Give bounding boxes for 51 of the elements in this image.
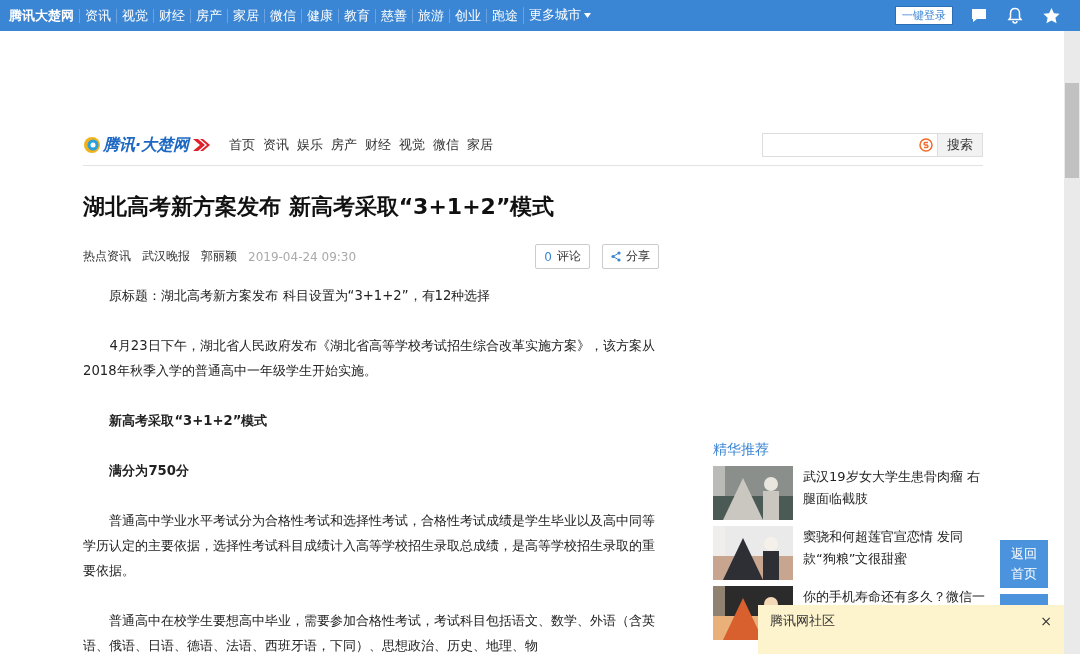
caret-icon (584, 13, 591, 18)
top-nav-link[interactable]: 资讯 (79, 8, 116, 23)
site-logo[interactable]: 腾讯·大楚网 (103, 134, 190, 156)
article-meta: 郭丽颖 (201, 248, 237, 265)
comment-button[interactable]: 0 评论 (535, 244, 590, 269)
paragraph: 普通高中在校学生要想高中毕业，需要参加合格性考试，考试科目包括语文、数学、外语（含英语、俄语、日语、德语、法语、西班牙语，下同）、思想政治、历史、地理、物 (83, 612, 657, 654)
section-heading: 满分为750分 (108, 462, 190, 480)
site-nav-link[interactable]: 微信 (433, 136, 460, 154)
recommended-link[interactable]: 窦骁和何超莲官宣恋情 发同款“狗粮”文很甜蜜 (803, 526, 988, 580)
article-meta: 武汉晚报 (142, 248, 190, 265)
article-title: 湖北高考新方案发布 新高考采取“3+1+2”模式 (83, 193, 556, 221)
brand-link[interactable]: 腾讯大楚网 (4, 8, 79, 23)
top-nav-link[interactable]: 创业 (449, 8, 486, 23)
top-nav-link[interactable]: 视觉 (116, 8, 153, 23)
top-nav-link[interactable]: 教育 (338, 8, 375, 23)
recommended-link[interactable]: 武汉19岁女大学生患骨肉瘤 右腿面临截肢 (803, 466, 988, 520)
logo-icon (83, 136, 101, 154)
paragraph: 普通高中学业水平考试分为合格性考试和选择性考试，合格性考试成绩是学生毕业以及高中同等学历认定的主要依据，选择性考试科目成绩计入高等学校招生录取总成绩，是高等学校招生录取的重要依据。 (83, 512, 657, 580)
star-icon[interactable] (1043, 7, 1060, 24)
top-nav-link[interactable]: 财经 (153, 8, 190, 23)
site-nav-link[interactable]: 房产 (331, 136, 358, 154)
top-nav-link[interactable]: 旅游 (412, 8, 449, 23)
login-button[interactable]: 一键登录 (895, 6, 953, 25)
top-nav-link[interactable]: 微信 (264, 8, 301, 23)
chevron-icon (191, 137, 212, 153)
popup-title: 腾讯网社区 (770, 613, 836, 630)
site-nav-link[interactable]: 娱乐 (297, 136, 324, 154)
top-nav-link[interactable]: 健康 (301, 8, 338, 23)
message-icon[interactable] (971, 8, 987, 23)
top-nav-link[interactable]: 慈善 (375, 8, 412, 23)
bell-icon[interactable] (1007, 7, 1023, 24)
top-nav-link[interactable]: 跑途 (486, 8, 523, 23)
site-nav-link[interactable]: 首页 (229, 136, 256, 154)
top-nav-link[interactable]: 家居 (227, 8, 264, 23)
article-meta: 热点资讯 (83, 248, 131, 265)
section-heading: 新高考采取“3+1+2”模式 (108, 412, 269, 430)
publish-time: 2019-04-24 09:30 (248, 249, 357, 264)
top-nav-link[interactable]: 房产 (190, 8, 227, 23)
paragraph: 4月23日下午，湖北省人民政府发布《湖北省高等学校考试招生综合改革实施方案》，该方案从2018年秋季入学的普通高中一年级学生开始实施。 (83, 337, 656, 380)
sidebar-heading: 精华推荐 (713, 441, 770, 459)
paragraph: 原标题：湖北高考新方案发布 科目设置为“3+1+2”，有12种选择 (108, 287, 492, 305)
site-nav-link[interactable]: 资讯 (263, 136, 290, 154)
more-cities-link[interactable]: 更多城市 (523, 7, 596, 24)
site-nav-link[interactable]: 财经 (365, 136, 392, 154)
back-home-button[interactable]: 返回首页 (1000, 540, 1048, 588)
share-button[interactable]: 分享 (602, 244, 659, 269)
scrollbar-thumb[interactable] (1065, 83, 1079, 178)
share-icon (611, 251, 621, 262)
close-button[interactable]: × (1040, 613, 1052, 629)
site-nav-link[interactable]: 视觉 (399, 136, 426, 154)
site-nav-link[interactable]: 家居 (467, 136, 494, 154)
